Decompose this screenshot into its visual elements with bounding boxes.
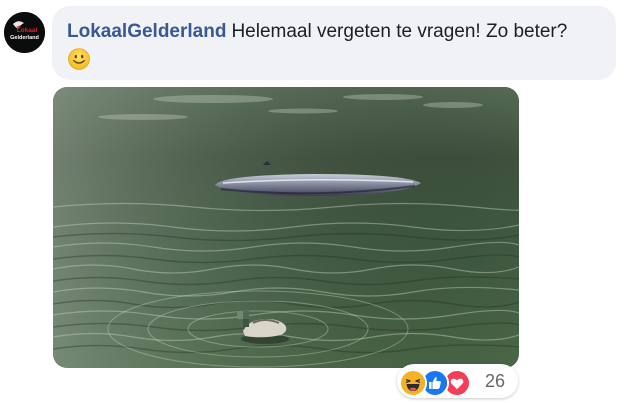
author-avatar[interactable]: Lokaal Gelderland	[4, 12, 45, 53]
comment-bubble: LokaalGelderland Helemaal vergeten te vra…	[52, 6, 616, 80]
water-scene-image	[53, 87, 519, 368]
logo-line-2: Gelderland	[10, 35, 39, 41]
comment-text: Helemaal vergeten te vragen! Zo beter?	[231, 21, 568, 42]
lokaal-gelderland-logo: Lokaal Gelderland	[4, 12, 45, 53]
attached-photo[interactable]	[53, 87, 519, 368]
reaction-count: 26	[485, 371, 506, 391]
logo-line-1: Lokaal	[17, 27, 38, 34]
reactions-summary[interactable]: 26	[397, 364, 518, 398]
comment-author-link[interactable]: LokaalGelderland	[67, 21, 226, 42]
smiling-face-emoji-icon	[68, 48, 90, 70]
comment-line: LokaalGelderland Helemaal vergeten te vra…	[67, 20, 567, 44]
haha-reaction-icon	[399, 369, 427, 397]
comment-thread: Lokaal Gelderland LokaalGelderland Helema…	[0, 0, 627, 403]
